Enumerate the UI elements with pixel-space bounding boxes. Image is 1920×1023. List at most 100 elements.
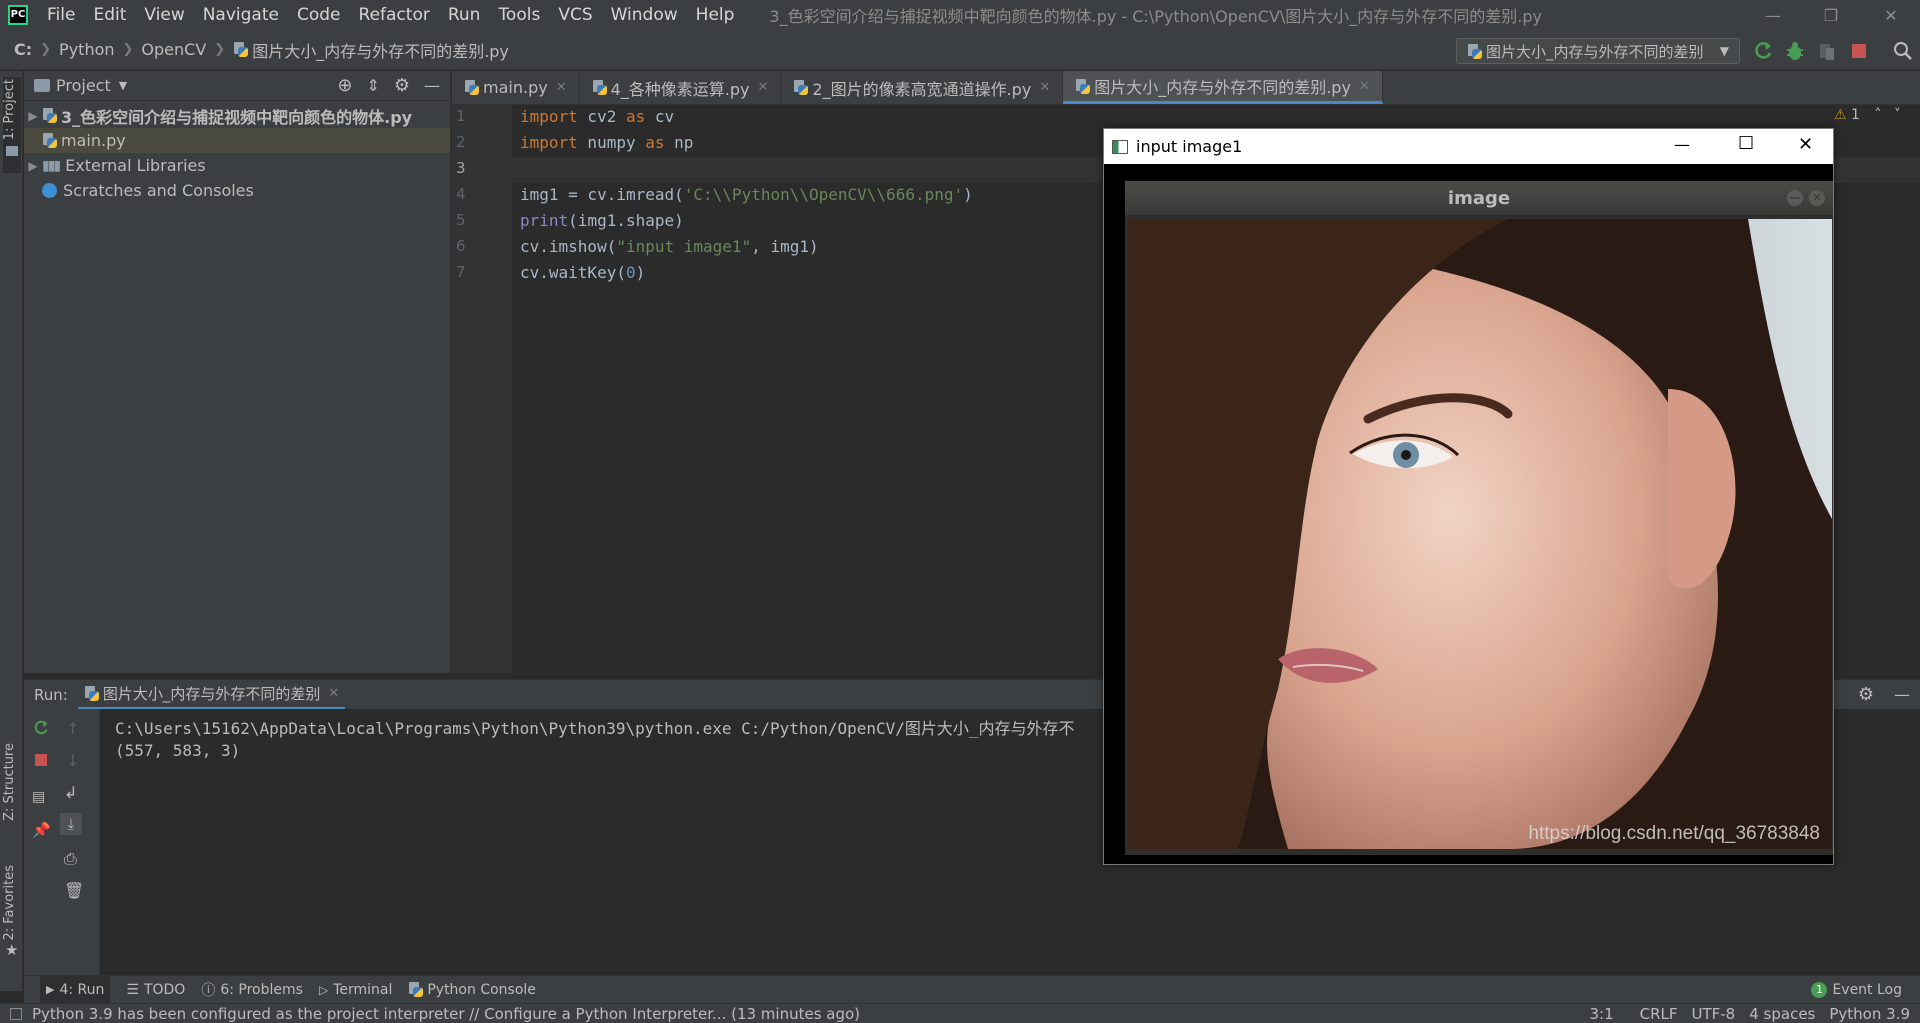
- status-message[interactable]: Python 3.9 has been configured as the pr…: [32, 1005, 860, 1023]
- star-icon: ★: [5, 941, 19, 959]
- tree-item-main-py[interactable]: main.py: [24, 128, 450, 153]
- chevron-right-icon[interactable]: ▶: [24, 159, 42, 173]
- close-tab-icon[interactable]: ✕: [1039, 80, 1050, 95]
- down-arrow-icon[interactable]: ↓: [66, 751, 79, 770]
- favorites-tool-button[interactable]: 2: Favorites: [2, 865, 17, 941]
- soft-wrap-icon[interactable]: ↲: [64, 783, 77, 802]
- menu-run[interactable]: Run: [439, 0, 490, 30]
- inner-image-titlebar: image — ✕: [1125, 181, 1833, 215]
- menu-edit[interactable]: Edit: [84, 0, 135, 30]
- gear-icon[interactable]: ⚙: [1858, 684, 1874, 705]
- cursor-position[interactable]: 3:1: [1589, 1005, 1613, 1023]
- python-file-icon: [233, 42, 249, 57]
- trash-icon[interactable]: 🗑: [64, 881, 84, 900]
- collapse-all-icon[interactable]: ⇕: [366, 76, 379, 95]
- project-tool-button[interactable]: 1: Project: [2, 79, 17, 140]
- opencv-window-titlebar[interactable]: input image1 — ☐ ✕: [1104, 129, 1833, 164]
- stop-icon[interactable]: [1850, 42, 1868, 60]
- up-arrow-icon[interactable]: ↑: [66, 719, 79, 738]
- interpreter-indicator[interactable]: Python 3.9: [1829, 1005, 1910, 1023]
- opencv-window[interactable]: input image1 — ☐ ✕ image — ✕ https://blo…: [1103, 128, 1834, 865]
- inner-minimize-button[interactable]: —: [1787, 190, 1803, 206]
- tree-item-scratches[interactable]: Scratches and Consoles: [24, 178, 450, 203]
- gear-icon[interactable]: ⚙: [394, 75, 410, 96]
- close-tab-icon[interactable]: ✕: [758, 80, 769, 95]
- search-icon[interactable]: [1892, 40, 1914, 62]
- run-toolbar: ↑ ↓ ↲ ▤ ⤓ 📌 ⎙ 🗑: [24, 709, 100, 975]
- menu-file[interactable]: File: [38, 0, 84, 30]
- rerun-icon[interactable]: [32, 719, 50, 737]
- tree-item-external-libraries[interactable]: ▶ ▮▮▮ External Libraries: [24, 153, 450, 178]
- folder-icon: [34, 79, 50, 92]
- scroll-to-end-icon[interactable]: ⤓: [60, 813, 82, 835]
- tab-pixel-ops[interactable]: 4_各种像素运算.py ✕: [580, 71, 782, 104]
- locate-icon[interactable]: ⊕: [337, 75, 352, 96]
- coverage-icon[interactable]: [1816, 40, 1838, 62]
- tab-pixel-channels[interactable]: 2_图片的像素高宽通道操作.py ✕: [781, 71, 1064, 104]
- close-button[interactable]: ✕: [1798, 134, 1813, 155]
- hide-panel-icon[interactable]: —: [1894, 685, 1910, 704]
- run-configuration-dropdown[interactable]: 图片大小_内存与外存不同的差别 ▼: [1456, 38, 1740, 64]
- breadcrumb-file[interactable]: 图片大小_内存与外存不同的差别.py: [252, 38, 509, 62]
- stop-icon[interactable]: [34, 753, 48, 767]
- terminal-tool-button[interactable]: ▷ Terminal: [319, 982, 392, 998]
- code-line: img1 = cv.imread('C:\\Python\\OpenCV\\66…: [520, 185, 973, 204]
- menu-refactor[interactable]: Refactor: [350, 0, 439, 30]
- python-console-tool-button[interactable]: Python Console: [408, 982, 536, 998]
- file-encoding[interactable]: UTF-8: [1692, 1005, 1736, 1023]
- scratches-icon: [42, 183, 57, 198]
- tab-label: 2_图片的像素高宽通道操作.py: [812, 79, 1032, 99]
- menu-window[interactable]: Window: [602, 0, 687, 30]
- close-tab-icon[interactable]: ✕: [556, 80, 567, 95]
- tab-main-py[interactable]: main.py ✕: [452, 71, 580, 104]
- layout-icon[interactable]: ▤: [32, 789, 45, 805]
- line-separator[interactable]: CRLF: [1640, 1005, 1678, 1023]
- run-tool-button[interactable]: ▶ 4: Run: [40, 976, 111, 1003]
- close-tab-icon[interactable]: ✕: [1359, 79, 1370, 94]
- breadcrumb-python[interactable]: Python: [59, 40, 114, 59]
- chevron-down-icon[interactable]: ▼: [119, 79, 127, 92]
- breadcrumb-opencv[interactable]: OpenCV: [141, 40, 206, 59]
- indent-setting[interactable]: 4 spaces: [1749, 1005, 1815, 1023]
- menu-code[interactable]: Code: [288, 0, 350, 30]
- structure-tool-button[interactable]: Z: Structure: [2, 743, 17, 821]
- chevron-down-icon: ▼: [1719, 44, 1729, 58]
- pin-icon[interactable]: 📌: [32, 821, 51, 839]
- todo-tool-button[interactable]: ☰ TODO: [126, 982, 185, 998]
- project-panel-title[interactable]: Project: [56, 76, 111, 95]
- tree-item-label: External Libraries: [65, 156, 206, 175]
- event-log-button[interactable]: 1 Event Log: [1811, 981, 1902, 998]
- line-number: 2: [456, 133, 466, 151]
- breadcrumb-drive[interactable]: C:: [14, 40, 32, 59]
- tab-image-size[interactable]: 图片大小_内存与外存不同的差别.py ✕: [1063, 71, 1383, 104]
- minimize-button[interactable]: —: [1674, 135, 1690, 154]
- run-panel-label: Run:: [34, 685, 68, 704]
- debug-icon[interactable]: [1784, 40, 1806, 62]
- status-bar: Python 3.9 has been configured as the pr…: [0, 1003, 1920, 1023]
- close-tab-icon[interactable]: ✕: [328, 686, 339, 701]
- menu-view[interactable]: View: [135, 0, 193, 30]
- print-icon[interactable]: ⎙: [64, 849, 77, 869]
- menu-help[interactable]: Help: [687, 0, 744, 30]
- warning-indicator[interactable]: ⚠ 1 ˄ ˅: [1834, 107, 1901, 123]
- hide-panel-icon[interactable]: —: [424, 76, 440, 95]
- python-file-icon: [592, 80, 607, 95]
- restore-button[interactable]: ❐: [1802, 0, 1860, 30]
- menu-navigate[interactable]: Navigate: [194, 0, 288, 30]
- close-button[interactable]: ✕: [1862, 0, 1920, 30]
- problems-tool-button[interactable]: ⓘ 6: Problems: [201, 980, 303, 1000]
- terminal-icon: ▷: [318, 982, 329, 997]
- inner-image-title: image: [1447, 187, 1511, 209]
- maximize-button[interactable]: ☐: [1738, 133, 1754, 154]
- minimize-button[interactable]: —: [1744, 0, 1802, 30]
- rerun-icon[interactable]: [1752, 40, 1774, 62]
- chevron-right-icon[interactable]: ▶: [24, 109, 42, 123]
- panel-toggle-icon[interactable]: [10, 1007, 22, 1020]
- menu-vcs[interactable]: VCS: [549, 0, 601, 30]
- code-line: print(img1.shape): [520, 211, 684, 230]
- run-tab[interactable]: 图片大小_内存与外存不同的差别 ✕: [77, 680, 346, 710]
- tree-item-color-space-file[interactable]: ▶ 3_色彩空间介绍与捕捉视频中靶向颜色的物体.py: [24, 103, 450, 128]
- tree-item-label: main.py: [61, 131, 126, 150]
- inner-close-button[interactable]: ✕: [1809, 190, 1825, 206]
- menu-tools[interactable]: Tools: [489, 0, 549, 30]
